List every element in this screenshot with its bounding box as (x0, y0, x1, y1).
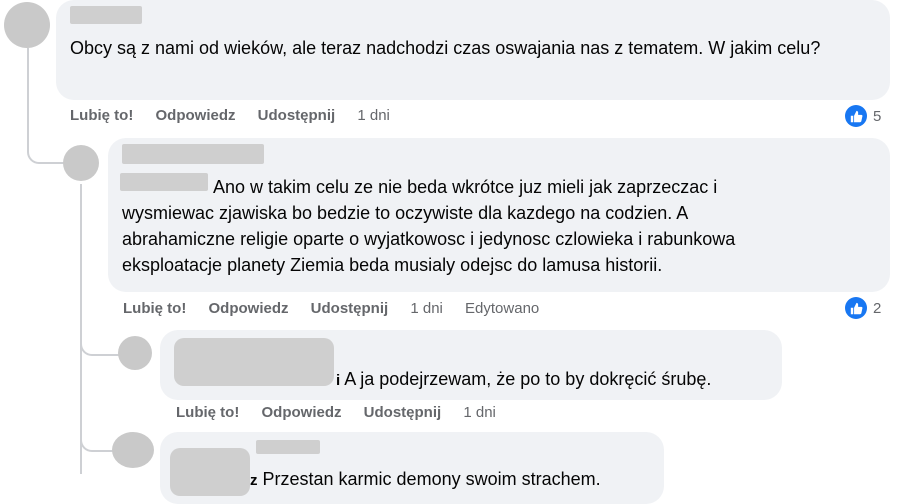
author-name-tail: i (336, 372, 341, 389)
thread-line (80, 320, 122, 356)
thumbs-up-icon (845, 105, 867, 127)
comment-actions: Lubię to! Odpowiedz Udostępnij 1 dni Edy… (123, 300, 557, 317)
comment-line: wysmiewac zjawiska bo bedzie to oczywist… (122, 203, 689, 223)
author-name-redacted (170, 448, 250, 496)
like-link[interactable]: Lubię to! (70, 107, 133, 124)
author-name-tail: z (250, 472, 258, 489)
comment-text: z Przestan karmic demony swoim strachem. (250, 466, 660, 494)
reply-link[interactable]: Odpowiedz (156, 107, 236, 124)
like-count-value: 5 (873, 107, 882, 125)
share-link[interactable]: Udostępnij (258, 107, 336, 124)
timestamp[interactable]: 1 dni (357, 107, 390, 124)
comment-body: Przestan karmic demony swoim strachem. (262, 469, 601, 489)
share-link[interactable]: Udostępnij (364, 404, 442, 421)
reply-link[interactable]: Odpowiedz (209, 300, 289, 317)
avatar[interactable] (4, 2, 50, 48)
comment-line: Ano w takim celu ze nie beda wkrótce juz… (213, 177, 718, 197)
like-link[interactable]: Lubię to! (176, 404, 239, 421)
author-name-redacted[interactable] (70, 6, 142, 24)
author-name-redacted[interactable] (256, 440, 320, 454)
thumbs-up-icon (845, 297, 867, 319)
comment-body: A ja podejrzewam, że po to by dokręcić ś… (344, 369, 712, 389)
comment-line: eksploatacje planety Ziemia beda musialy… (122, 255, 663, 275)
avatar[interactable] (63, 145, 99, 181)
comment-text: Obcy są z nami od wieków, ale teraz nadc… (70, 38, 821, 58)
comment-text: Ano w takim celu ze nie beda wkrótce juz… (122, 174, 882, 278)
timestamp[interactable]: 1 dni (463, 404, 496, 421)
comment-line: abrahamiczne religie oparte o wyjatkowos… (122, 229, 736, 249)
author-name-redacted[interactable] (174, 338, 334, 386)
like-link[interactable]: Lubię to! (123, 300, 186, 317)
avatar[interactable] (112, 432, 154, 468)
author-name-redacted[interactable] (122, 144, 264, 164)
reaction-count[interactable]: 5 (845, 105, 881, 127)
reaction-count[interactable]: 2 (845, 297, 881, 319)
comment-actions: Lubię to! Odpowiedz Udostępnij 1 dni (70, 107, 408, 124)
share-link[interactable]: Udostępnij (311, 300, 389, 317)
reply-link[interactable]: Odpowiedz (262, 404, 342, 421)
comment-actions: Lubię to! Odpowiedz Udostępnij 1 dni (176, 404, 514, 421)
edited-label: Edytowano (465, 300, 540, 317)
like-count-value: 2 (873, 299, 882, 317)
avatar[interactable] (118, 336, 152, 370)
comment-text: i A ja podejrzewam, że po to by dokręcić… (336, 366, 776, 394)
timestamp[interactable]: 1 dni (410, 300, 443, 317)
